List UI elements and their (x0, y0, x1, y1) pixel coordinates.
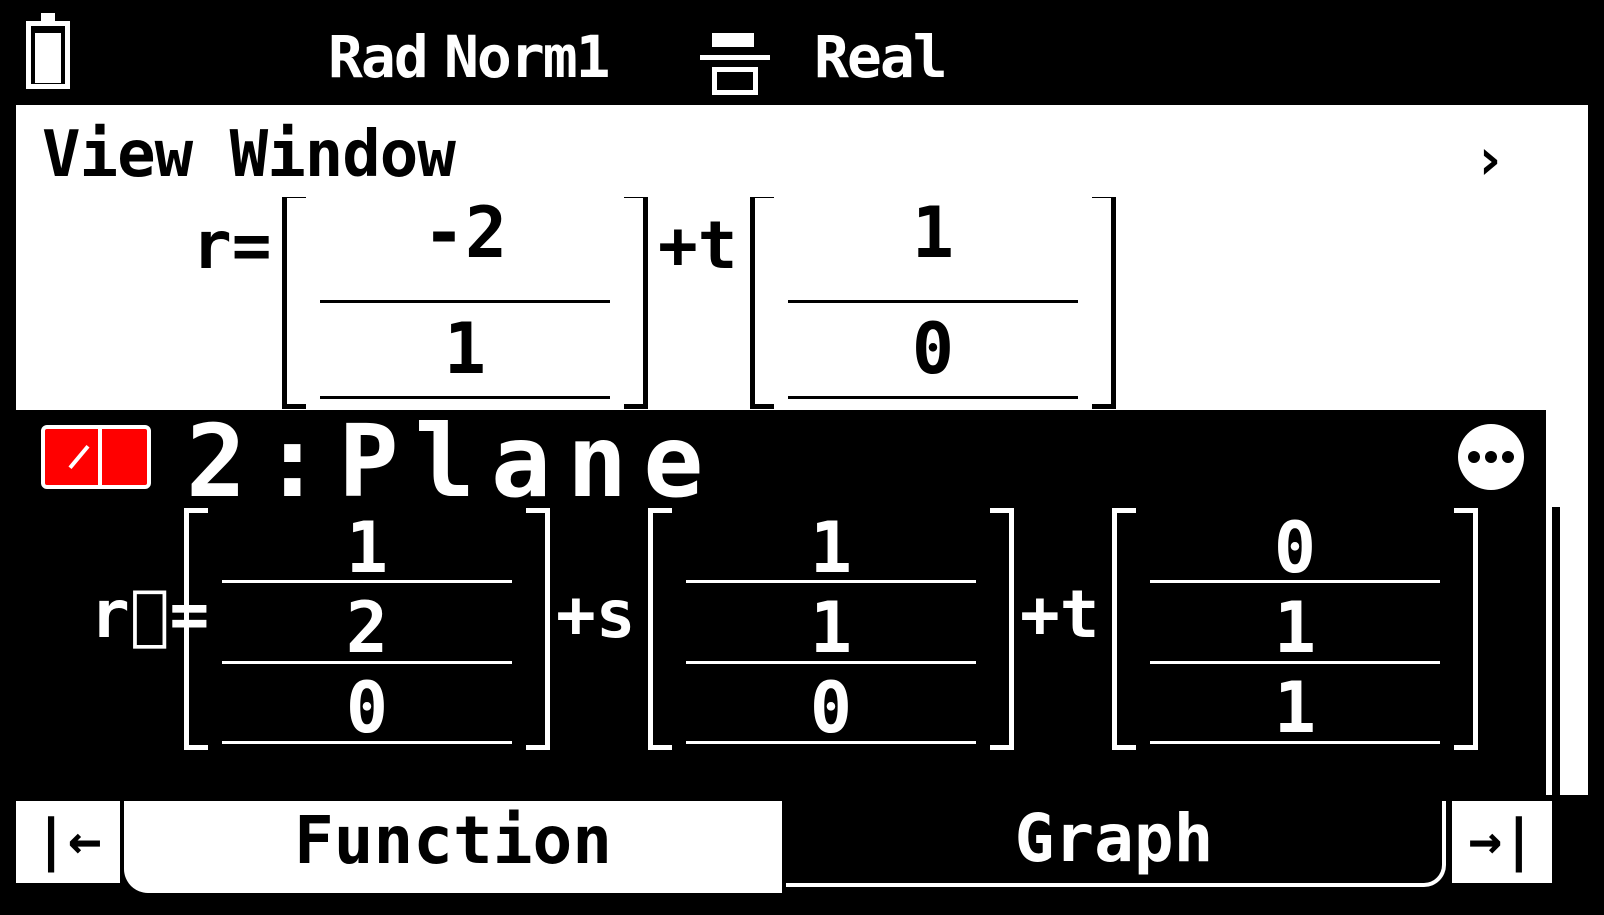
vector-cell[interactable]: 0 (788, 309, 1078, 389)
function-list[interactable]: r= -2 1 +t 1 0 2:Plane r⃗= 1 2 0 +s 1 1 … (16, 197, 1588, 795)
chevron-right-icon[interactable]: › (1472, 127, 1507, 191)
display-format-indicator: Norm1 (444, 23, 611, 91)
vector-cell[interactable]: 1 (1150, 588, 1440, 668)
jump-last-icon[interactable]: →| (1452, 801, 1552, 883)
vector-cell[interactable]: 2 (222, 588, 512, 668)
vector-cell[interactable]: 1 (222, 508, 512, 588)
operator-t: +t (1020, 576, 1100, 653)
vector-cell[interactable]: 1 (686, 508, 976, 588)
vector-cell[interactable]: 1 (1150, 668, 1440, 748)
vector-direction[interactable]: 1 0 (750, 197, 1116, 409)
vector-cell[interactable]: 1 (320, 309, 610, 389)
graph-color-checkbox[interactable] (41, 425, 151, 489)
vector-direction-t[interactable]: 0 1 1 (1112, 508, 1478, 750)
vector-point[interactable]: 1 2 0 (184, 508, 550, 750)
tab-function[interactable]: Function (124, 801, 782, 893)
scrollbar[interactable] (1552, 507, 1560, 795)
entry-title: 2:Plane (186, 403, 720, 520)
list-item-line[interactable]: r= -2 1 +t 1 0 (16, 197, 1546, 409)
vector-direction-s[interactable]: 1 1 0 (648, 508, 1014, 750)
vector-cell[interactable]: 0 (1150, 508, 1440, 588)
battery-icon (26, 13, 70, 89)
tab-graph[interactable]: Graph (786, 801, 1446, 887)
title-bar[interactable]: View Window › (16, 105, 1588, 197)
more-icon[interactable] (1458, 424, 1524, 490)
calculator-screen: Rad Norm1 Real View Window › r= -2 1 +t (16, 13, 1588, 901)
operator-s: +s (556, 576, 636, 653)
page-title: View Window (42, 118, 456, 192)
angle-unit-indicator: Rad (328, 23, 429, 91)
vector-cell[interactable]: 0 (222, 668, 512, 748)
vector-cell[interactable]: 1 (788, 197, 1078, 273)
vector-cell[interactable]: 0 (686, 668, 976, 748)
jump-first-icon[interactable]: |← (16, 801, 120, 883)
list-item-plane[interactable]: 2:Plane r⃗= 1 2 0 +s 1 1 0 +t 0 1 1 (16, 410, 1546, 795)
vector-cell[interactable]: -2 (320, 197, 610, 273)
complex-mode-indicator: Real (814, 23, 948, 91)
vector-cell[interactable]: 1 (686, 588, 976, 668)
operator-t: +t (658, 207, 738, 284)
vector-point[interactable]: -2 1 (282, 197, 648, 409)
vector-label: r= (192, 207, 272, 284)
tab-bar: |← Function Graph →| (16, 795, 1588, 901)
fraction-icon (700, 33, 770, 95)
status-bar: Rad Norm1 Real (16, 13, 1588, 105)
